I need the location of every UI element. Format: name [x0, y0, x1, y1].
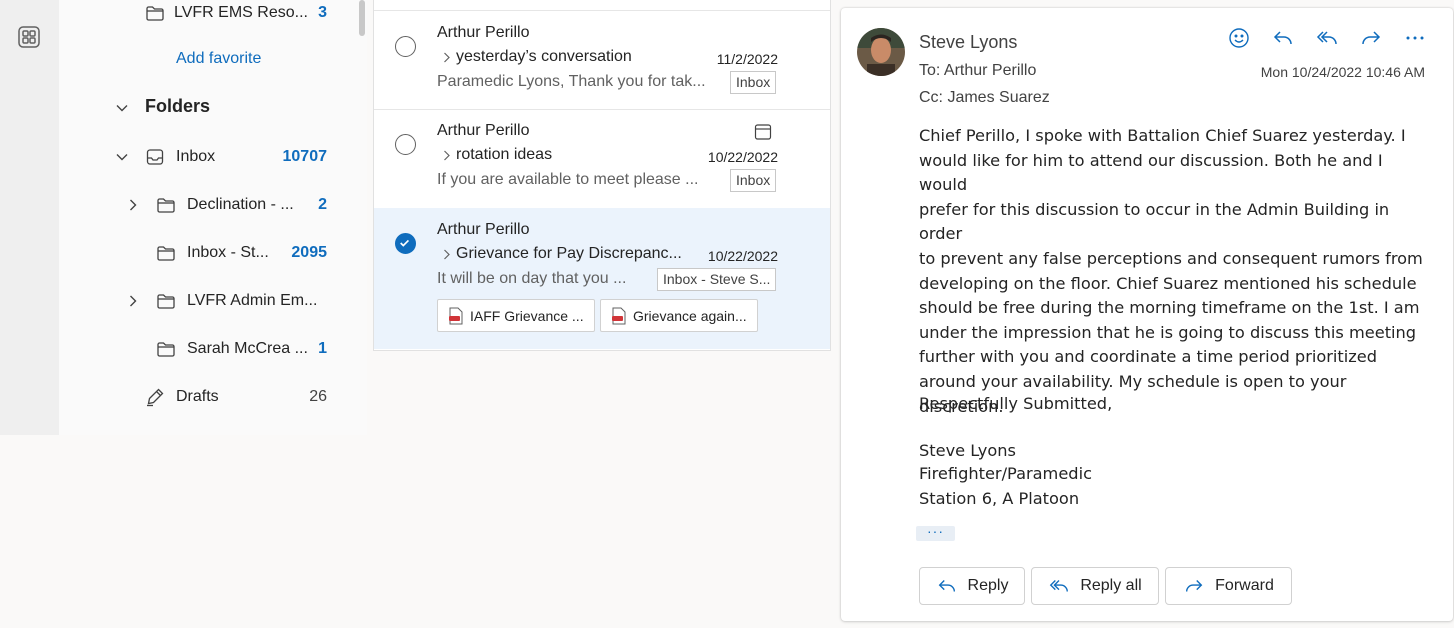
folder-label: Inbox - St...: [187, 244, 269, 261]
message-list: Arthur Perillo yesterday’s conversation …: [373, 0, 831, 351]
forward-icon[interactable]: [1359, 26, 1383, 50]
signature-title: Firefighter/Paramedic: [919, 464, 1092, 483]
message-body-text: Chief Perillo, I spoke with Battalion Ch…: [919, 126, 1423, 416]
favorite-folder-count: 3: [318, 4, 327, 21]
chevron-down-icon: [116, 105, 128, 112]
recipient-cc: Cc: James Suarez: [919, 89, 1050, 106]
folder-icon: [157, 294, 175, 309]
forward-label: Forward: [1215, 577, 1274, 594]
folder-tag[interactable]: Inbox: [730, 169, 777, 192]
pdf-file-icon: [449, 307, 463, 324]
calendar-icon: [754, 124, 772, 140]
folder-count: 1: [318, 340, 327, 357]
message-subject: rotation ideas: [456, 146, 553, 163]
folder-item-declination[interactable]: Declination - ... 2: [59, 193, 349, 217]
reply-all-icon[interactable]: [1315, 26, 1339, 50]
folder-count: 2095: [291, 244, 327, 261]
add-favorite-link[interactable]: Add favorite: [176, 50, 261, 68]
reply-label: Reply: [967, 577, 1009, 594]
folder-item-inbox-steve[interactable]: Inbox - St... 2095: [59, 241, 349, 265]
folder-item-lvfr-admin[interactable]: LVFR Admin Em...: [59, 289, 349, 313]
forward-icon: [1186, 580, 1203, 592]
reply-all-button[interactable]: Reply all: [1031, 567, 1159, 605]
message-timestamp: Mon 10/24/2022 10:46 AM: [1260, 64, 1425, 80]
folder-icon: [157, 198, 175, 213]
message-sender: Arthur Perillo: [437, 24, 530, 41]
apps-grid-icon[interactable]: [18, 26, 40, 48]
inbox-icon: [146, 149, 164, 165]
reading-pane: Steve Lyons To: Arthur Perillo Cc: James…: [841, 8, 1453, 621]
folder-count: 2: [318, 196, 327, 213]
select-radio[interactable]: [395, 134, 416, 155]
message-date: 11/2/2022: [716, 51, 778, 67]
folder-tag[interactable]: Inbox - Steve S...: [657, 268, 777, 291]
message-preview: It will be on day that you ...: [437, 270, 627, 287]
reply-icon: [938, 580, 955, 592]
folder-label: Drafts: [176, 388, 219, 405]
favorite-folder-item[interactable]: LVFR EMS Reso... 3: [59, 1, 349, 25]
folder-item-inbox[interactable]: Inbox 10707: [59, 145, 349, 169]
attachment-chip[interactable]: Grievance again...: [600, 299, 758, 332]
message-date: 10/22/2022: [707, 248, 778, 264]
folder-count: 26: [309, 388, 327, 405]
message-sender: Arthur Perillo: [437, 122, 530, 139]
chevron-right-icon[interactable]: [126, 198, 140, 212]
folder-count: 10707: [282, 148, 328, 165]
avatar[interactable]: [857, 28, 905, 76]
folder-icon: [157, 342, 175, 357]
chevron-right-icon[interactable]: [441, 52, 452, 63]
show-quoted-text-button[interactable]: ···: [916, 524, 955, 541]
pencil-icon: [147, 388, 164, 407]
folder-label: Declination - ...: [187, 196, 294, 213]
folder-icon: [146, 6, 164, 21]
attachment-name: Grievance again...: [633, 307, 747, 324]
message-item-selected[interactable]: Arthur Perillo Grievance for Pay Discrep…: [374, 208, 830, 349]
message-preview: Paramedic Lyons, Thank you for tak...: [437, 73, 706, 90]
message-actions: [1227, 26, 1427, 50]
reply-all-label: Reply all: [1080, 577, 1142, 594]
folder-tag[interactable]: Inbox: [730, 71, 777, 94]
message-date: 10/22/2022: [707, 149, 778, 165]
message-body: Chief Perillo, I spoke with Battalion Ch…: [919, 124, 1429, 419]
checkmark-icon[interactable]: [395, 233, 416, 254]
message-item[interactable]: Arthur Perillo yesterday’s conversation …: [374, 10, 830, 110]
attachment-name: IAFF Grievance ...: [470, 307, 584, 324]
message-preview: If you are available to meet please ...: [437, 171, 699, 188]
folder-icon: [157, 246, 175, 261]
pdf-file-icon: [612, 307, 626, 324]
folder-item-drafts[interactable]: Drafts 26: [59, 385, 349, 409]
chevron-right-icon[interactable]: [126, 294, 140, 308]
message-subject: Grievance for Pay Discrepanc...: [456, 245, 682, 262]
folders-header: Folders: [145, 96, 211, 116]
chevron-down-icon[interactable]: [115, 150, 129, 164]
forward-button[interactable]: Forward: [1165, 567, 1292, 605]
reply-all-icon: [1050, 580, 1069, 592]
more-options-icon[interactable]: [1403, 26, 1427, 50]
folder-item-sarah[interactable]: Sarah McCrea ... 1: [59, 337, 349, 361]
folder-scrollbar[interactable]: [359, 0, 365, 36]
message-sender: Arthur Perillo: [437, 221, 530, 238]
folder-label: LVFR Admin Em...: [187, 292, 318, 309]
select-radio[interactable]: [395, 36, 416, 57]
reply-icon[interactable]: [1271, 26, 1295, 50]
message-subject: yesterday’s conversation: [456, 48, 632, 65]
chevron-right-icon[interactable]: [441, 150, 452, 161]
favorite-folder-label: LVFR EMS Reso...: [174, 4, 308, 21]
sender-name[interactable]: Steve Lyons: [919, 32, 1017, 53]
folder-pane: LVFR EMS Reso... 3 Add favorite Folders …: [59, 0, 367, 435]
recipient-to: To: Arthur Perillo: [919, 62, 1037, 79]
message-item[interactable]: Arthur Perillo rotation ideas 10/22/2022…: [374, 109, 830, 209]
folder-label: Inbox: [176, 148, 216, 165]
app-rail: [0, 0, 59, 435]
signature-name: Steve Lyons: [919, 441, 1016, 460]
signature-station: Station 6, A Platoon: [919, 489, 1080, 508]
chevron-right-icon[interactable]: [441, 249, 452, 260]
emoji-icon[interactable]: [1227, 26, 1251, 50]
closing-line: Respectfully Submitted,: [919, 394, 1113, 413]
attachment-chip[interactable]: IAFF Grievance ...: [437, 299, 595, 332]
reply-button[interactable]: Reply: [919, 567, 1025, 605]
